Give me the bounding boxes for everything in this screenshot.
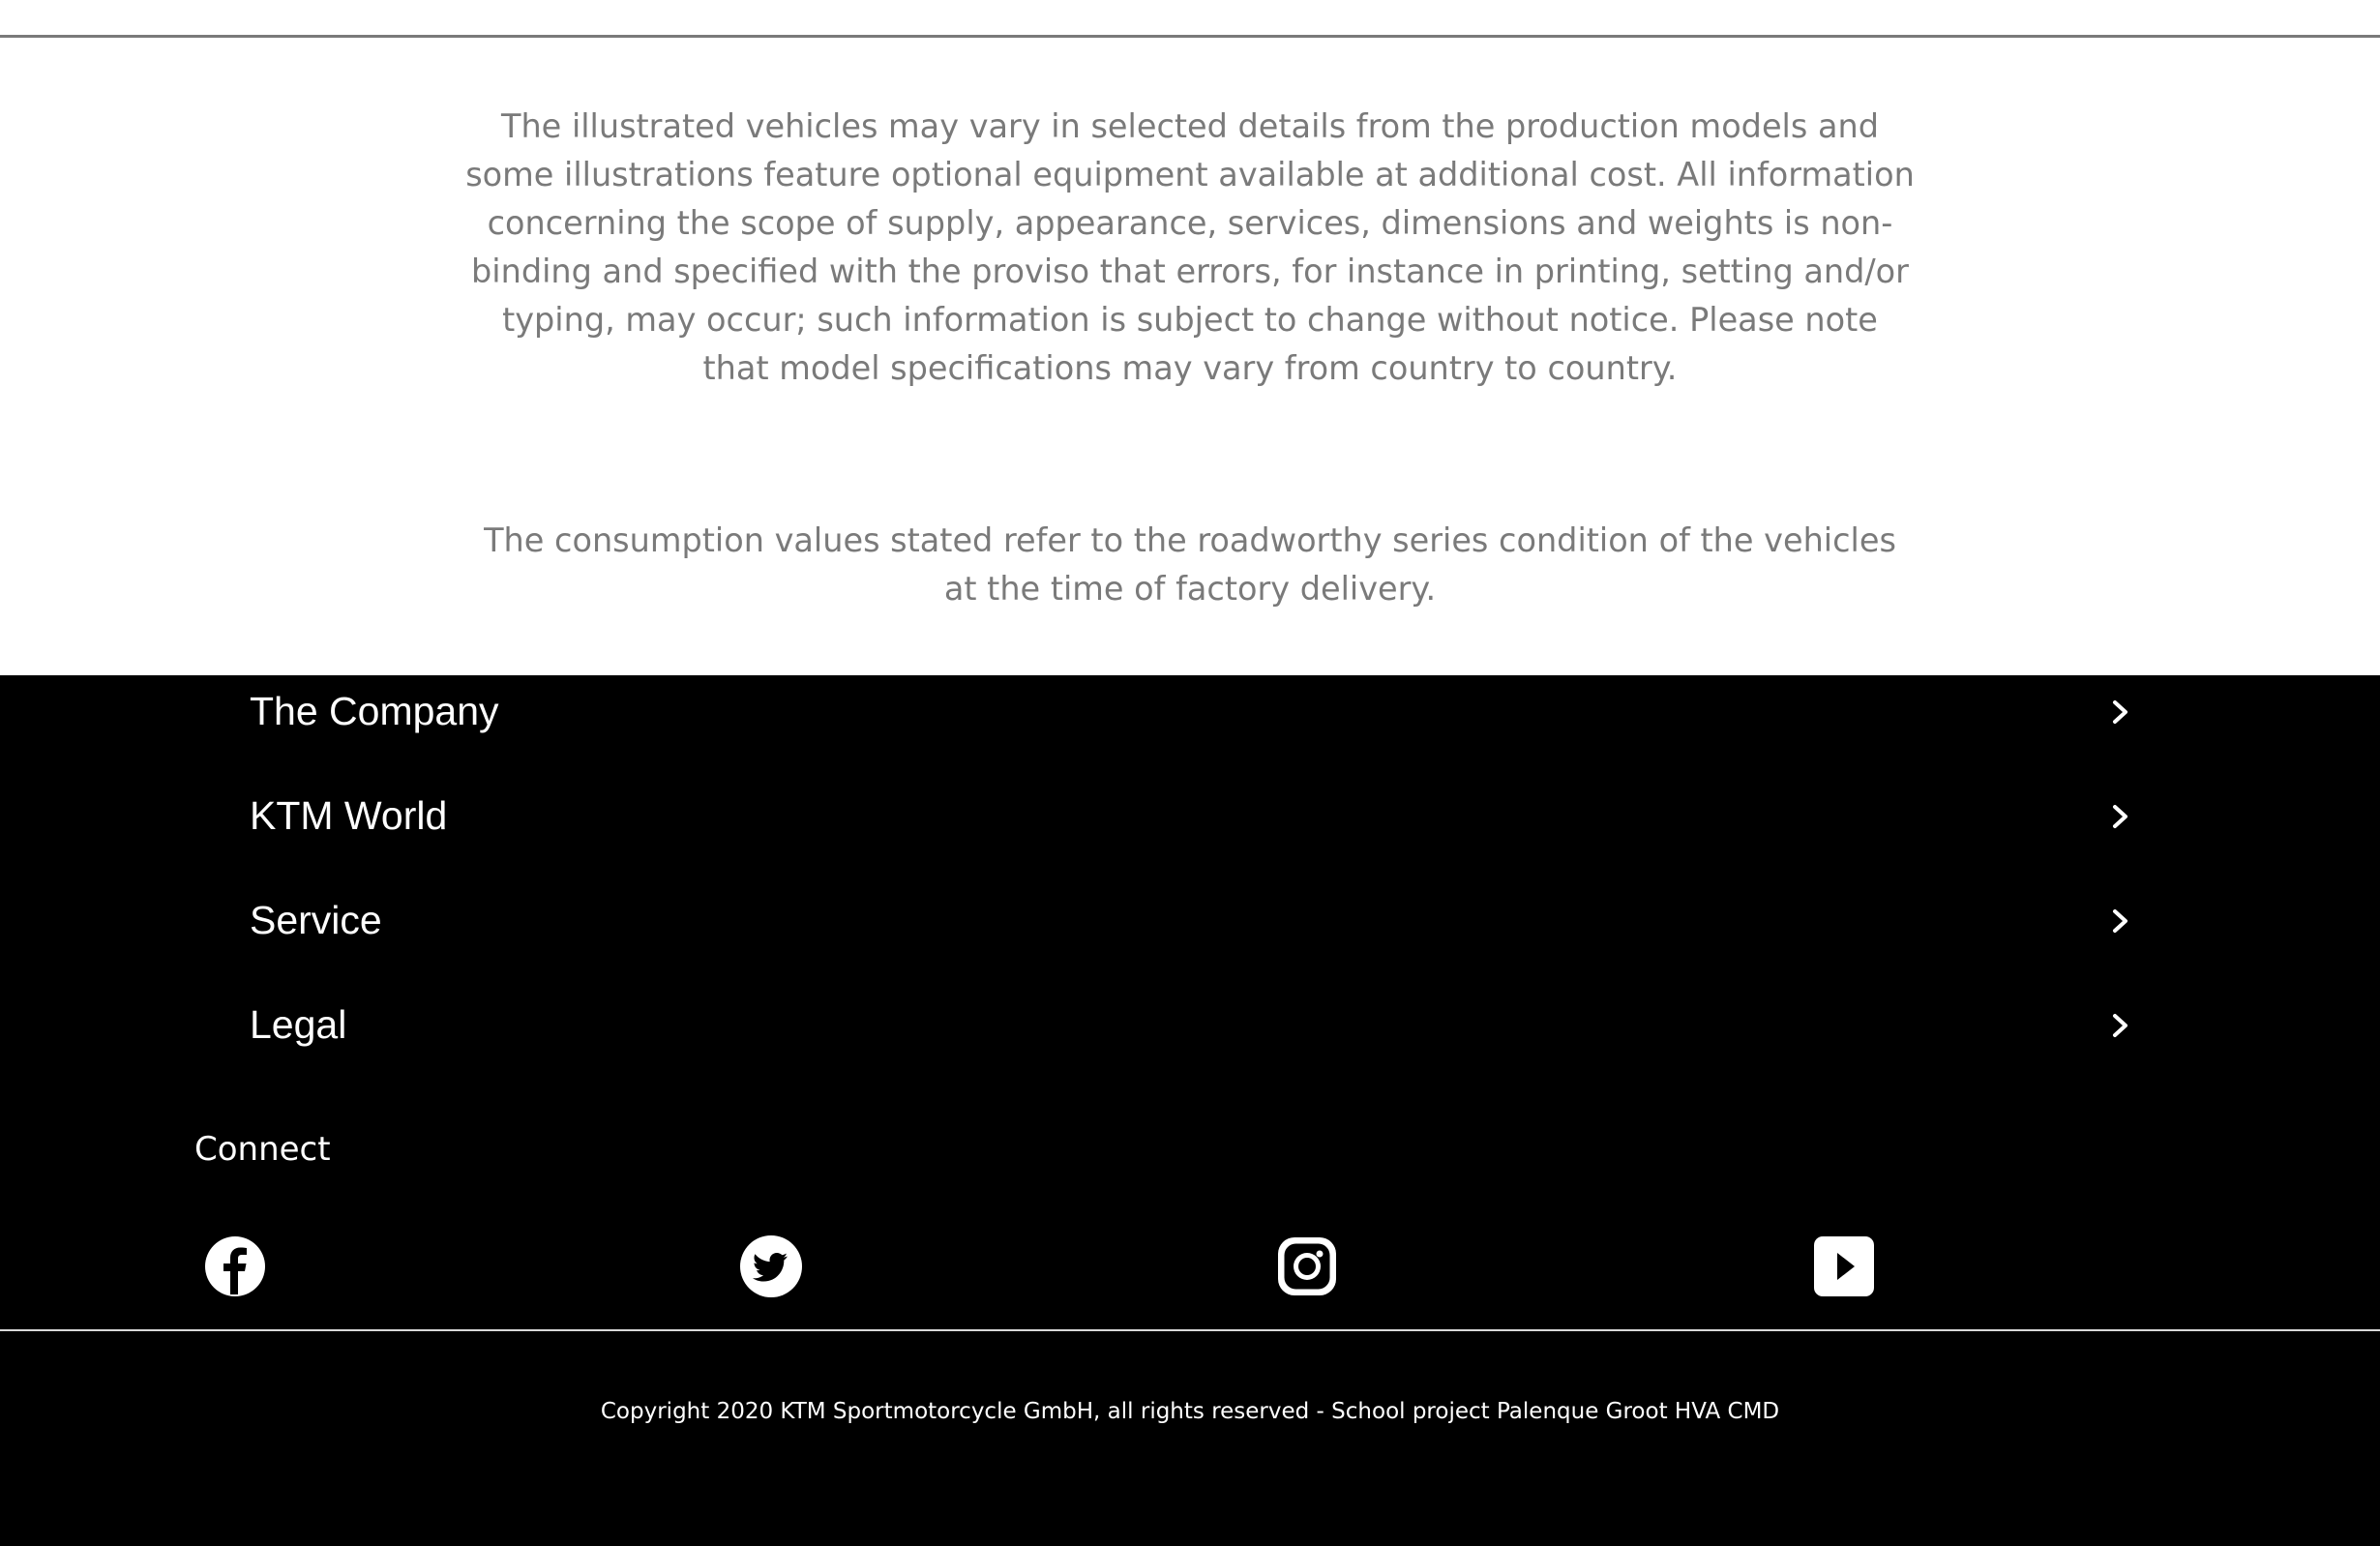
top-divider [0, 35, 2380, 38]
twitter-icon[interactable] [739, 1234, 803, 1298]
consumption-disclaimer-text: The consumption values stated refer to t… [484, 521, 1896, 608]
footer-nav-label: KTM World [250, 793, 448, 838]
footer-nav-label: The Company [250, 689, 499, 733]
footer-nav-label: Service [250, 898, 382, 942]
facebook-icon[interactable] [203, 1234, 267, 1298]
instagram-icon[interactable] [1275, 1234, 1339, 1298]
page: The illustrated vehicles may vary in sel… [0, 0, 2380, 1546]
chevron-right-icon[interactable] [2107, 902, 2136, 940]
site-footer: The Company KTM World Service Legal Conn… [0, 675, 2380, 1546]
youtube-icon[interactable] [1812, 1234, 1876, 1298]
chevron-right-icon[interactable] [2107, 797, 2136, 836]
vehicle-disclaimer-text: The illustrated vehicles may vary in sel… [465, 107, 1915, 387]
footer-nav-item-ktm-world[interactable]: KTM World [250, 780, 2136, 857]
chevron-right-icon[interactable] [2107, 1006, 2136, 1045]
chevron-right-icon[interactable] [2107, 693, 2136, 731]
footer-nav-item-legal[interactable]: Legal [250, 989, 2136, 1066]
connect-heading: Connect [194, 1130, 331, 1169]
footer-nav-label: Legal [250, 1002, 347, 1047]
footer-nav-item-the-company[interactable]: The Company [250, 675, 2136, 753]
copyright-text: Copyright 2020 KTM Sportmotorcycle GmbH,… [600, 1399, 1780, 1424]
footer-divider [0, 1329, 2380, 1331]
footer-nav-item-service[interactable]: Service [250, 884, 2136, 962]
